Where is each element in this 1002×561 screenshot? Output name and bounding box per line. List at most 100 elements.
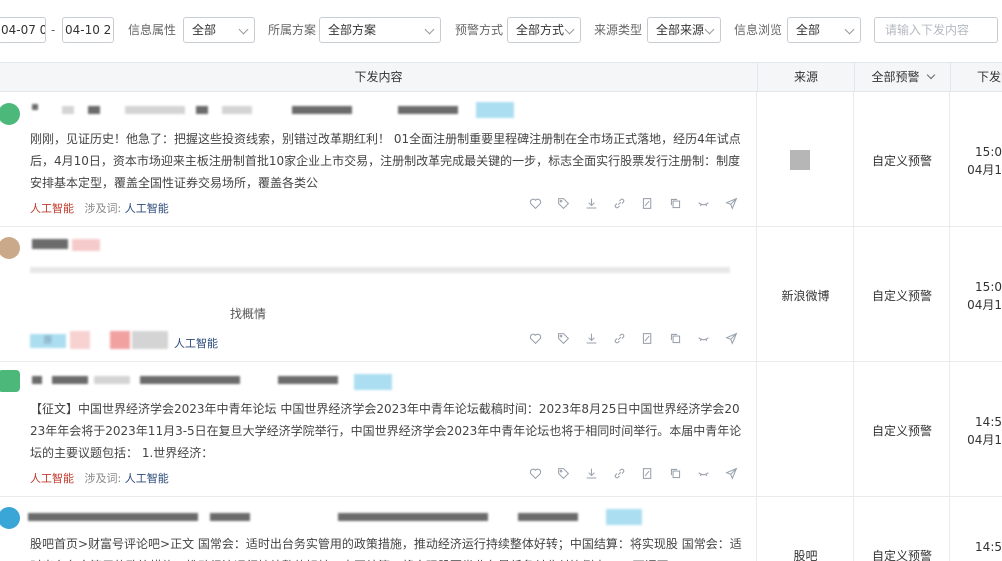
keyword-link[interactable]: 人工智能: [125, 202, 169, 215]
blurred-title: [52, 376, 88, 384]
source-type-label: 来源类型: [594, 23, 643, 37]
warn-mode-label: 预警方式: [455, 23, 504, 37]
table-header: 下发内容 来源 全部预警 下发时: [0, 62, 1002, 92]
table-row[interactable]: 找概情 原 人工智能 新浪微博 自定义预警 15:0 04月1: [0, 227, 1002, 362]
send-icon[interactable]: [724, 196, 738, 210]
row-extra-text: 找概情: [230, 307, 267, 321]
source-thumbnail: [790, 150, 810, 170]
scheme-select[interactable]: 全部方案: [319, 17, 441, 43]
blurred-title: [398, 106, 458, 114]
row-content: 【征文】中国世界经济学会2023年中青年论坛 中国世界经济学会2023年中青年论…: [30, 402, 742, 460]
link-icon[interactable]: [612, 196, 626, 210]
scheme-label: 所属方案: [268, 23, 317, 37]
row-content: 刚刚，见证历史！他急了：把握这些投资线索，别错过改革期红利！ 01全面注册制重要…: [30, 132, 741, 190]
table-row[interactable]: 刚刚，见证历史！他急了：把握这些投资线索，别错过改革期红利！ 01全面注册制重要…: [0, 92, 1002, 227]
blurred-title: [32, 104, 38, 110]
scheme-value: 全部方案: [328, 23, 377, 37]
row-time: 15:0: [975, 280, 1002, 294]
blurred-title: [94, 376, 130, 384]
send-icon[interactable]: [724, 331, 738, 345]
row-date: 04月1: [967, 298, 1002, 312]
blurred-title: [196, 106, 208, 114]
blurred-title: [125, 106, 185, 114]
meta-label: 涉及词:: [84, 202, 122, 215]
chevron-down-icon: [424, 24, 435, 35]
hide-icon[interactable]: [696, 331, 710, 345]
tag-icon[interactable]: [556, 331, 570, 345]
browse-select[interactable]: 全部: [787, 17, 861, 43]
blurred-title: [72, 239, 100, 251]
blurred-title: [32, 239, 68, 249]
header-warning: 全部预警: [871, 70, 920, 84]
avatar: [0, 103, 20, 125]
source-type-select[interactable]: 全部来源: [647, 17, 721, 43]
link-icon[interactable]: [612, 466, 626, 480]
keyword-link[interactable]: 人工智能: [174, 337, 218, 350]
warn-mode-select[interactable]: 全部方式: [507, 17, 581, 43]
date-end-input[interactable]: 04-10 2: [62, 17, 114, 43]
row-meta: 人工智能 涉及词: 人工智能: [30, 200, 169, 216]
heart-icon[interactable]: [528, 196, 542, 210]
date-start-input[interactable]: 04-07 0: [0, 17, 46, 43]
heart-icon[interactable]: [528, 331, 542, 345]
blurred-title: [140, 376, 240, 384]
table-row[interactable]: 【征文】中国世界经济学会2023年中青年论坛 中国世界经济学会2023年中青年论…: [0, 362, 1002, 497]
tag-icon[interactable]: [556, 196, 570, 210]
link-icon[interactable]: [612, 331, 626, 345]
download-icon[interactable]: [584, 331, 598, 345]
tag-icon[interactable]: [556, 466, 570, 480]
blurred-title: [88, 106, 100, 114]
row-actions: [528, 466, 738, 480]
browse-label: 信息浏览: [734, 23, 783, 37]
chevron-down-icon: [704, 24, 715, 35]
ai-tag: 人工智能: [30, 472, 74, 485]
row-date: 04月1: [967, 433, 1002, 447]
chevron-down-icon: [926, 70, 935, 80]
info-attr-select[interactable]: 全部: [183, 17, 255, 43]
hide-icon[interactable]: [696, 196, 710, 210]
heart-icon[interactable]: [528, 466, 542, 480]
download-icon[interactable]: [584, 466, 598, 480]
duplicate-icon[interactable]: [668, 331, 682, 345]
table-row[interactable]: 股吧首页>财富号评论吧>正文 国常会：适时出台务实管用的政策措施，推动经济运行持…: [0, 497, 1002, 561]
info-attr-label: 信息属性: [128, 23, 177, 37]
header-issue-time: 下发时: [950, 63, 1002, 91]
duplicate-icon[interactable]: [668, 196, 682, 210]
copy-icon[interactable]: [640, 196, 654, 210]
chevron-down-icon: [564, 24, 575, 35]
chevron-down-icon: [238, 24, 249, 35]
row-actions: [528, 196, 738, 210]
hide-icon[interactable]: [696, 466, 710, 480]
send-icon[interactable]: [724, 466, 738, 480]
blurred-title: [338, 513, 488, 521]
origin-tag: [606, 509, 642, 525]
row-source: 新浪微博: [781, 289, 830, 303]
row-date: 04月1: [967, 163, 1002, 177]
avatar: [0, 237, 20, 259]
filter-bar: 04-07 0 - 04-10 2 信息属性 全部 所属方案 全部方案 预警方式…: [0, 0, 1002, 62]
header-warning-filter[interactable]: 全部预警: [854, 63, 950, 91]
row-meta: 人工智能 涉及词: 人工智能: [30, 470, 169, 486]
blurred-title: [292, 106, 352, 114]
blurred-meta: [70, 331, 90, 349]
keyword-link[interactable]: 人工智能: [125, 472, 169, 485]
blurred-content: [30, 267, 730, 273]
search-input[interactable]: [874, 17, 998, 43]
avatar: [0, 507, 20, 529]
source-type-value: 全部来源: [656, 23, 705, 37]
blurred-meta: [132, 331, 168, 349]
copy-icon[interactable]: [640, 331, 654, 345]
blurred-title: [28, 513, 198, 521]
duplicate-icon[interactable]: [668, 466, 682, 480]
download-icon[interactable]: [584, 196, 598, 210]
blurred-title: [518, 513, 578, 521]
date-separator: -: [51, 23, 56, 37]
header-content: 下发内容: [354, 70, 403, 84]
warn-mode-value: 全部方式: [516, 23, 565, 37]
row-time: 14:5: [975, 540, 1002, 554]
row-actions: [528, 331, 738, 345]
copy-icon[interactable]: [640, 466, 654, 480]
avatar: [0, 370, 20, 392]
row-source: 股吧: [793, 549, 818, 561]
origin-tag: [476, 102, 514, 118]
